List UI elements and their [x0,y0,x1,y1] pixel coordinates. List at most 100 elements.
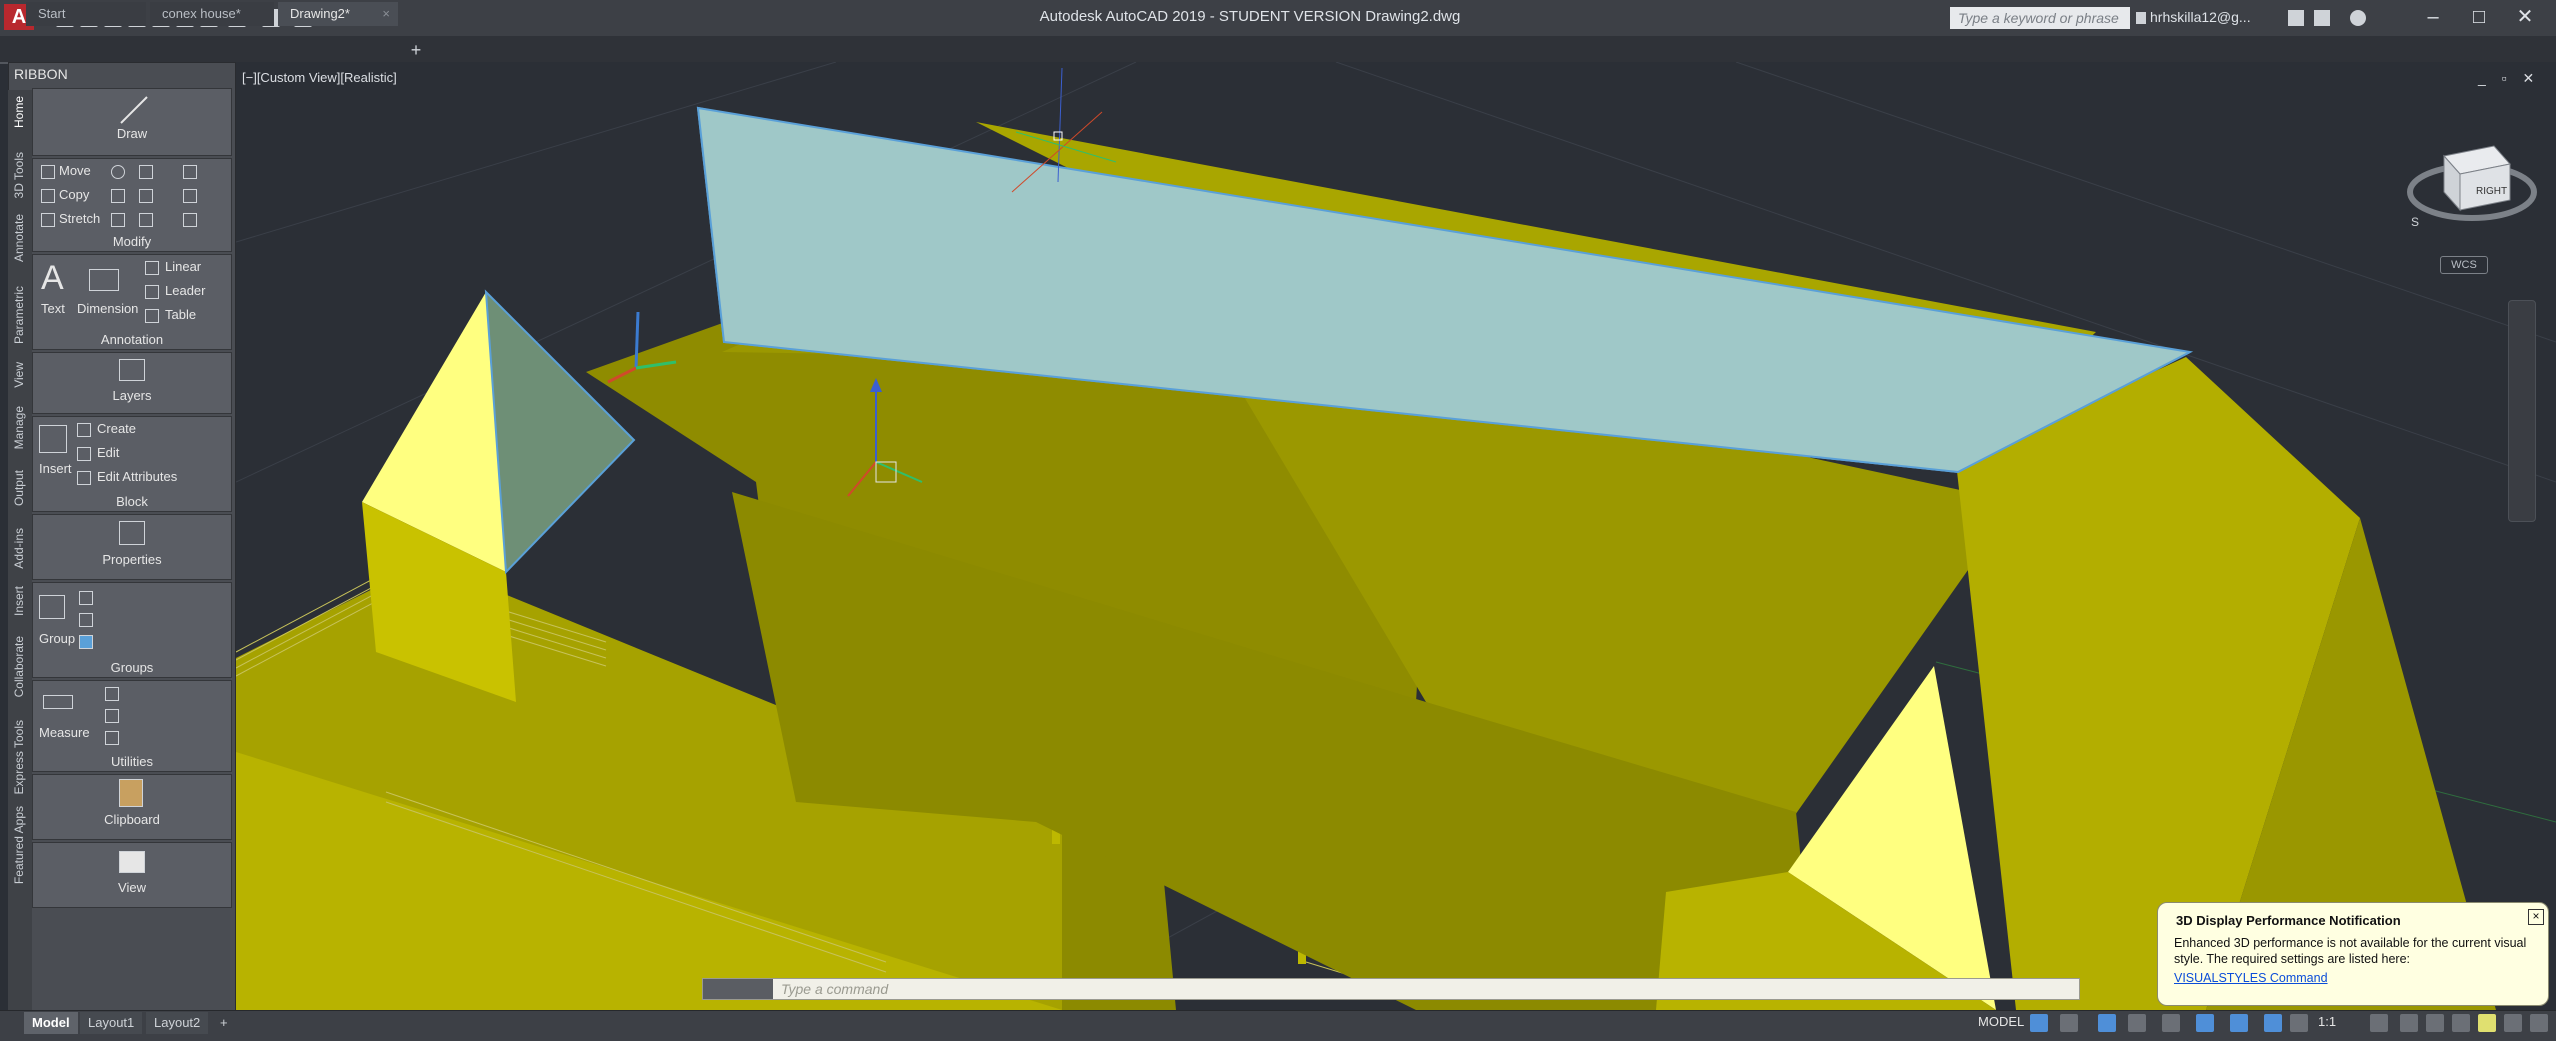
osnap-icon[interactable] [2196,1014,2214,1032]
tab-annotate[interactable]: Annotate [12,214,26,262]
edit-block-button[interactable]: Edit [97,445,119,460]
draw-panel[interactable]: Draw [32,88,232,156]
copy-button[interactable]: Copy [59,187,89,202]
hardware-acceleration-icon[interactable] [2478,1014,2496,1032]
ortho-icon[interactable] [2098,1014,2116,1032]
tab-output[interactable]: Output [12,470,26,506]
3d-model-scene[interactable]: RIGHT S [236,62,2556,1010]
view-cube[interactable]: RIGHT S [2407,145,2537,229]
trim-icon[interactable] [139,165,153,179]
offset-icon[interactable] [183,213,197,227]
visualstyles-command-link[interactable]: VISUALSTYLES Command [2174,971,2328,985]
object-snap-tracking-icon[interactable] [2230,1014,2248,1032]
tab-collaborate[interactable]: Collaborate [12,636,26,697]
linear-button[interactable]: Linear [165,259,201,274]
view-panel[interactable]: View [32,842,232,908]
snap-icon[interactable] [2060,1014,2078,1032]
minimize-button[interactable]: – [2408,2,2458,32]
tab-add-ins[interactable]: Add-ins [12,528,26,569]
scale-icon[interactable] [111,213,125,227]
explode-icon[interactable] [183,189,197,203]
wcs-menu[interactable]: WCS [2440,256,2488,274]
command-input[interactable]: Type a command [781,981,888,997]
tab-insert[interactable]: Insert [12,586,26,616]
fillet-icon[interactable] [139,189,153,203]
create-block-button[interactable]: Create [97,421,136,436]
table-button[interactable]: Table [165,307,196,322]
viewport-window-controls[interactable]: _ ▫ ✕ [2478,70,2540,87]
tab-manage[interactable]: Manage [12,406,26,449]
tab-3d-tools[interactable]: 3D Tools [12,152,26,198]
calculator-icon[interactable] [105,731,119,745]
command-line[interactable]: Type a command [702,978,2080,1000]
close-tab-icon[interactable]: × [382,2,390,26]
quick-select-icon[interactable] [105,687,119,701]
grid-icon[interactable] [2030,1014,2048,1032]
navigation-bar[interactable] [2508,300,2536,522]
layers-panel[interactable]: Layers [32,352,232,414]
dimension-button[interactable]: Dimension [77,301,138,316]
viewport-controls-label[interactable]: [−][Custom View][Realistic] [242,70,397,85]
move-button[interactable]: Move [59,163,91,178]
group-edit-icon[interactable] [79,613,93,627]
group-button[interactable]: Group [39,631,75,646]
tab-express-tools[interactable]: Express Tools [12,720,26,794]
left-gable-selected-face[interactable] [484,289,636,575]
stretch-button[interactable]: Stretch [59,211,100,226]
tab-layout2[interactable]: Layout2 [146,1012,209,1034]
rotate-icon[interactable] [111,165,125,179]
auto-scale-icon[interactable] [2290,1014,2308,1032]
edit-attributes-button[interactable]: Edit Attributes [97,469,177,484]
user-account[interactable]: hrhskilla12@g... [2150,9,2251,25]
close-button[interactable]: ✕ [2500,2,2550,32]
isodraft-icon[interactable] [2162,1014,2180,1032]
clipboard-panel[interactable]: Clipboard [32,774,232,840]
measure-icon[interactable] [43,695,73,709]
tab-home[interactable]: Home [12,96,26,128]
cart-icon[interactable] [2288,10,2304,26]
workspace-gear-icon[interactable] [2370,1014,2388,1032]
polar-icon[interactable] [2128,1014,2146,1032]
erase-icon[interactable] [183,165,197,179]
maximize-button[interactable]: □ [2454,2,2504,32]
quick-properties-icon[interactable] [2452,1014,2470,1032]
tab-view[interactable]: View [12,362,26,388]
array-icon[interactable] [139,213,153,227]
properties-panel[interactable]: Properties [32,514,232,580]
tab-start[interactable]: Start [26,2,146,26]
tab-layout1[interactable]: Layout1 [80,1012,143,1034]
new-tab-button[interactable]: + [406,40,426,60]
insert-block-icon[interactable] [39,425,67,453]
add-layout-button[interactable]: + [212,1012,236,1034]
command-line-tools[interactable] [703,979,773,999]
text-icon[interactable]: A [41,259,64,298]
mirror-icon[interactable] [111,189,125,203]
leader-button[interactable]: Leader [165,283,205,298]
tab-featured-apps[interactable]: Featured Apps [12,806,26,884]
annotation-monitor-icon[interactable] [2400,1014,2418,1032]
measure-button[interactable]: Measure [39,725,90,740]
tab-model[interactable]: Model [24,1012,78,1034]
annotation-visibility-icon[interactable] [2264,1014,2282,1032]
annotation-scale[interactable]: 1:1 [2318,1014,2336,1029]
tab-parametric[interactable]: Parametric [12,286,26,344]
text-button[interactable]: Text [41,301,65,316]
help-icon[interactable] [2350,10,2366,26]
dimension-icon[interactable] [89,269,119,291]
model-space-button[interactable]: MODEL [1978,1014,2024,1029]
close-notification-button[interactable]: × [2528,909,2544,925]
select-all-icon[interactable] [105,709,119,723]
tab-conex-house[interactable]: conex house* [150,2,274,26]
customization-menu-icon[interactable] [2530,1014,2548,1032]
group-select-icon[interactable] [79,635,93,649]
ungroup-icon[interactable] [79,591,93,605]
insert-button[interactable]: Insert [39,461,72,476]
tab-drawing2[interactable]: Drawing2* × [278,2,398,26]
modify-panel: Move Copy Stretch Modify [32,158,232,252]
units-icon[interactable] [2426,1014,2444,1032]
search-input[interactable]: Type a keyword or phrase [1950,7,2130,29]
clean-screen-icon[interactable] [2504,1014,2522,1032]
group-icon[interactable] [39,595,65,619]
exchange-icon[interactable] [2314,10,2330,26]
edit-block-icon [77,447,91,461]
